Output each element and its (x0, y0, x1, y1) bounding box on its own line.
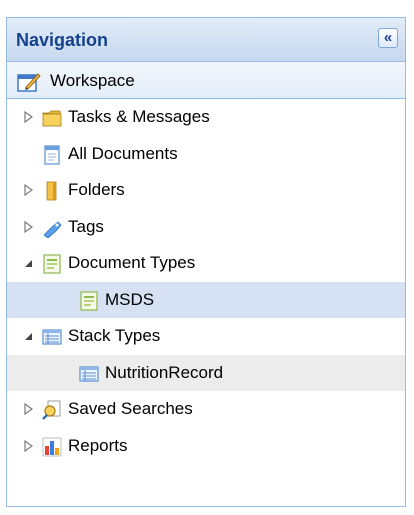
tree-item-saved-searches[interactable]: Saved Searches (7, 391, 405, 428)
collapse-arrow-icon[interactable] (23, 256, 35, 270)
workspace-item[interactable]: Workspace (7, 62, 405, 99)
tree-item-stack-types[interactable]: Stack Types (7, 318, 405, 355)
saved-search-icon (42, 400, 61, 420)
stack-type-icon (42, 329, 62, 345)
collapse-arrow-icon[interactable] (23, 329, 35, 343)
expand-arrow-icon[interactable] (23, 183, 35, 197)
folders-icon (46, 181, 57, 201)
navigation-panel: Navigation « Workspace Tasks & Messages (6, 17, 406, 507)
folder-icon (42, 110, 62, 127)
navigation-tree: Tasks & Messages All Documents Folders T… (7, 99, 405, 464)
tree-item-label: Saved Searches (68, 399, 193, 418)
tree-item-tags[interactable]: Tags (7, 209, 405, 246)
tree-item-label: All Documents (68, 143, 178, 163)
tree-item-label: MSDS (105, 289, 155, 309)
tree-item-label: Folders (68, 180, 125, 199)
tree-item-document-types[interactable]: Document Types (7, 245, 405, 282)
document-type-icon (43, 254, 61, 274)
workspace-icon (17, 73, 41, 92)
tree-item-label: Document Types (68, 253, 196, 272)
expand-arrow-icon[interactable] (23, 110, 35, 124)
collapse-button[interactable]: « (378, 28, 398, 48)
tag-icon (43, 220, 62, 238)
tree-item-reports[interactable]: Reports (7, 428, 405, 465)
document-icon (44, 144, 60, 165)
stack-type-icon (79, 365, 99, 382)
panel-header: Navigation « (7, 18, 405, 62)
tree-item-label: Tags (68, 216, 104, 236)
document-type-icon (80, 290, 98, 311)
expand-arrow-icon[interactable] (23, 402, 35, 416)
expand-arrow-icon[interactable] (23, 220, 35, 234)
expand-arrow-icon[interactable] (23, 439, 35, 453)
workspace-label: Workspace (50, 71, 135, 90)
tree-item-nutritionrecord[interactable]: NutritionRecord (7, 354, 405, 391)
tree-item-label: Tasks & Messages (68, 107, 210, 126)
tree-item-label: NutritionRecord (105, 362, 224, 382)
tree-item-tasks-messages[interactable]: Tasks & Messages (7, 99, 405, 136)
tree-item-msds[interactable]: MSDS (7, 281, 405, 318)
tree-item-label: Stack Types (68, 326, 161, 345)
report-icon (42, 437, 62, 456)
tree-item-folders[interactable]: Folders (7, 172, 405, 209)
panel-title: Navigation (16, 30, 109, 50)
tree-item-label: Reports (68, 435, 128, 455)
tree-item-all-documents[interactable]: All Documents (7, 136, 405, 173)
